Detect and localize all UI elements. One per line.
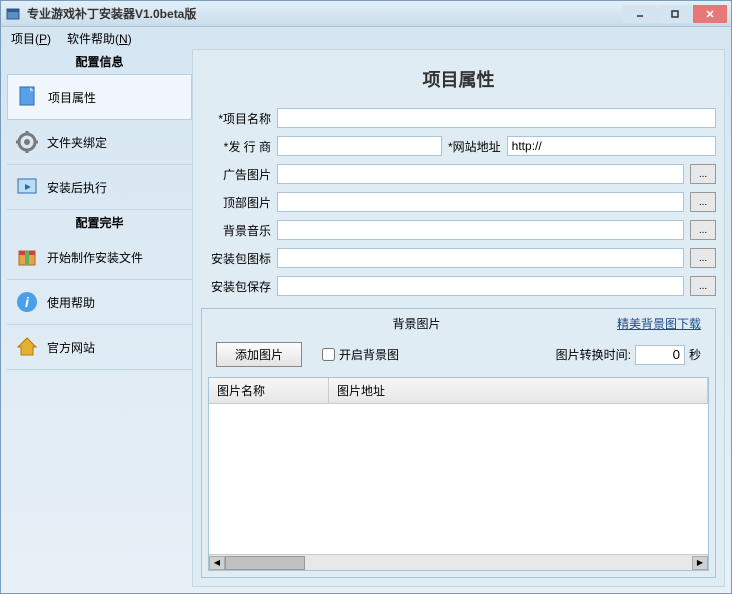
scroll-track[interactable] [225,556,692,570]
label-ad-image: 广告图片 [201,166,271,183]
switch-time-label: 图片转换时间: [556,346,631,363]
label-pkg-save: 安装包保存 [201,278,271,295]
input-project-name[interactable] [277,108,716,128]
browse-ad-image[interactable]: ... [690,164,716,184]
label-website: *网站地址 [448,138,501,155]
app-window: 专业游戏补丁安装器V1.0beta版 项目(P) 软件帮助(N) 配置信息 项目… [0,0,732,594]
browse-top-image[interactable]: ... [690,192,716,212]
label-bg-music: 背景音乐 [201,222,271,239]
enable-bg-checkbox-wrap[interactable]: 开启背景图 [322,346,399,363]
sidebar-item-label: 开始制作安装文件 [47,249,143,266]
sidebar-item-build[interactable]: 开始制作安装文件 [7,235,192,280]
sidebar-item-help[interactable]: i 使用帮助 [7,280,192,325]
label-publisher: *发 行 商 [201,138,271,155]
bg-panel-title: 背景图片 [392,315,440,332]
scroll-right-icon[interactable]: ▶ [692,556,708,570]
image-list-body[interactable] [209,404,708,554]
add-image-button[interactable]: 添加图片 [216,342,302,367]
minimize-button[interactable] [623,5,657,23]
browse-pkg-save[interactable]: ... [690,276,716,296]
sidebar-item-label: 项目属性 [48,89,96,106]
main-panel: 项目属性 *项目名称 *发 行 商 *网站地址 广告图片 ... 顶部图片 ..… [192,49,725,587]
app-icon [5,6,21,22]
sidebar-item-label: 官方网站 [47,339,95,356]
input-bg-music[interactable] [277,220,684,240]
menubar: 项目(P) 软件帮助(N) [1,27,731,49]
input-ad-image[interactable] [277,164,684,184]
horizontal-scrollbar[interactable]: ◀ ▶ [209,554,708,570]
scroll-thumb[interactable] [225,556,305,570]
sidebar-item-post-install[interactable]: 安装后执行 [7,165,192,210]
sidebar-item-label: 安装后执行 [47,179,107,196]
titlebar[interactable]: 专业游戏补丁安装器V1.0beta版 [1,1,731,27]
browse-bg-music[interactable]: ... [690,220,716,240]
input-website[interactable] [507,136,716,156]
home-icon [15,335,39,359]
gear-icon [15,130,39,154]
switch-time-input[interactable] [635,345,685,365]
info-icon: i [15,290,39,314]
input-pkg-icon[interactable] [277,248,684,268]
sidebar-item-label: 文件夹绑定 [47,134,107,151]
close-button[interactable] [693,5,727,23]
label-top-image: 顶部图片 [201,194,271,211]
label-project-name: *项目名称 [201,110,271,127]
sidebar-item-folder-bind[interactable]: 文件夹绑定 [7,120,192,165]
image-list-header: 图片名称 图片地址 [209,378,708,404]
package-icon [15,245,39,269]
section-config-done: 配置完毕 [7,210,192,235]
section-config-info: 配置信息 [7,49,192,74]
window-title: 专业游戏补丁安装器V1.0beta版 [27,5,623,22]
bg-image-panel: 背景图片 精美背景图下载 添加图片 开启背景图 图片转换时间: 秒 [201,308,716,578]
enable-bg-label: 开启背景图 [339,346,399,363]
menu-help[interactable]: 软件帮助(N) [63,28,136,49]
col-header-addr[interactable]: 图片地址 [329,378,708,403]
sidebar-item-label: 使用帮助 [47,294,95,311]
sidebar-item-website[interactable]: 官方网站 [7,325,192,370]
switch-time-unit: 秒 [689,346,701,363]
input-top-image[interactable] [277,192,684,212]
scroll-left-icon[interactable]: ◀ [209,556,225,570]
page-title: 项目属性 [201,58,716,108]
document-icon [16,85,40,109]
input-publisher[interactable] [277,136,442,156]
run-icon [15,175,39,199]
enable-bg-checkbox[interactable] [322,348,335,361]
sidebar: 配置信息 项目属性 文件夹绑定 安装后执行 配置完毕 开始制作安装文件 i 使用… [7,49,192,587]
label-pkg-icon: 安装包图标 [201,250,271,267]
maximize-button[interactable] [658,5,692,23]
body: 配置信息 项目属性 文件夹绑定 安装后执行 配置完毕 开始制作安装文件 i 使用… [1,49,731,593]
image-list: 图片名称 图片地址 ◀ ▶ [208,377,709,571]
window-controls [623,5,727,23]
download-bg-link[interactable]: 精美背景图下载 [617,315,701,332]
sidebar-item-project-props[interactable]: 项目属性 [7,74,192,120]
input-pkg-save[interactable] [277,276,684,296]
browse-pkg-icon[interactable]: ... [690,248,716,268]
col-header-name[interactable]: 图片名称 [209,378,329,403]
menu-project[interactable]: 项目(P) [7,28,55,49]
